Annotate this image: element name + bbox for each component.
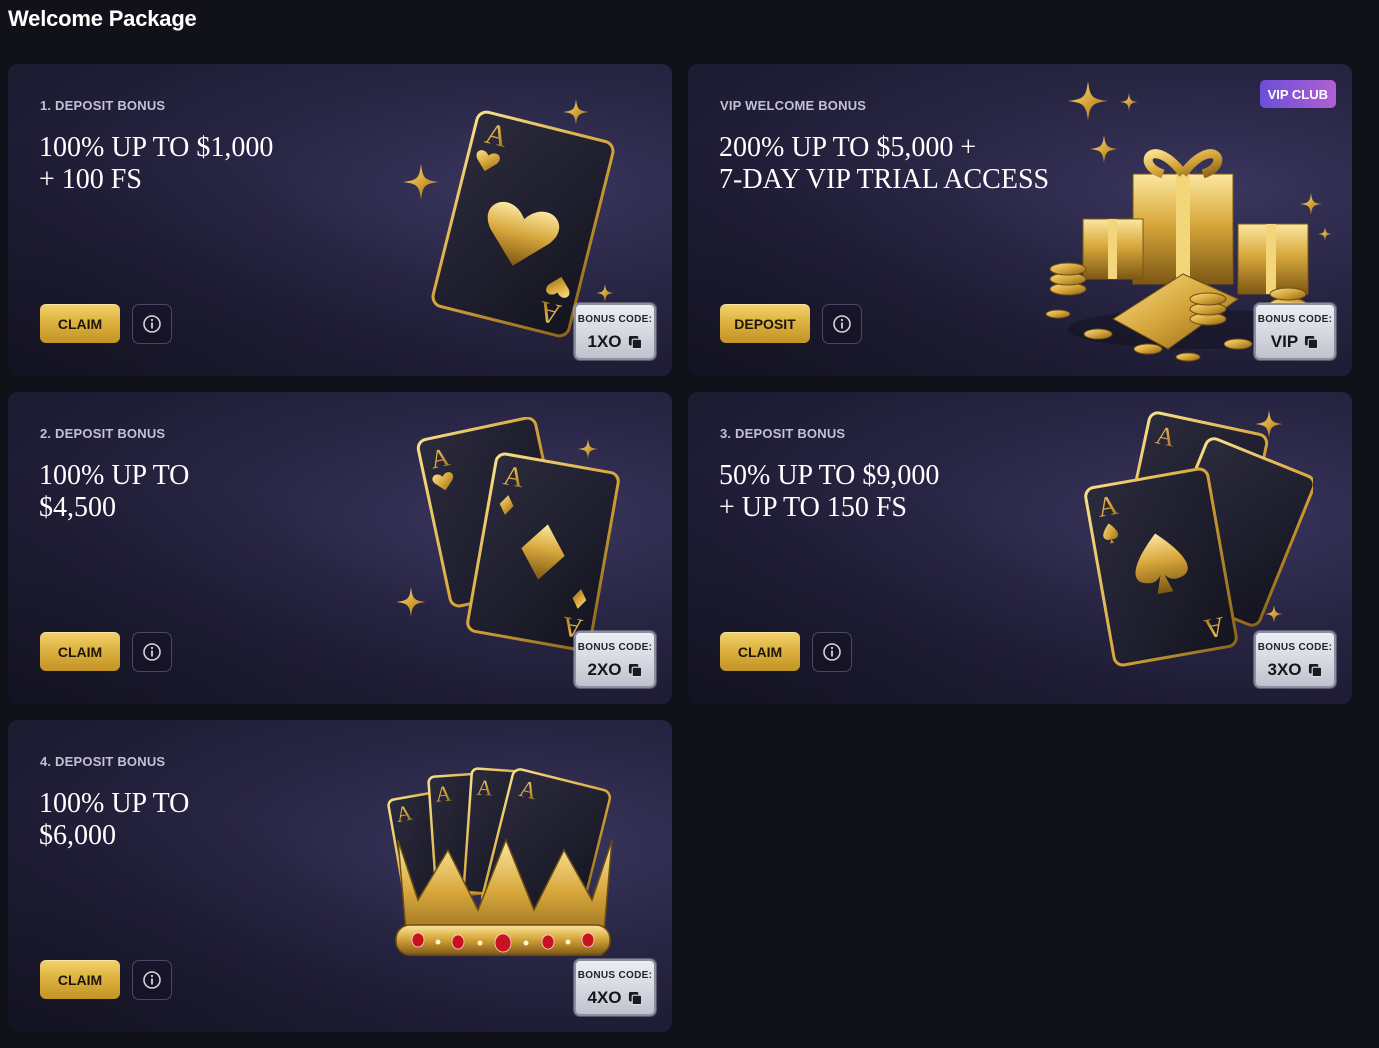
info-icon — [143, 315, 161, 333]
svg-text:A: A — [435, 781, 453, 807]
bonus-code-box[interactable]: BONUS CODE: 3XO — [1254, 631, 1336, 688]
card-kicker: 3. DEPOSIT BONUS — [720, 426, 846, 441]
card-headline-line-2: 7-DAY VIP TRIAL ACCESS — [719, 164, 1050, 195]
card-headline: 100% UP TO $6,000 — [39, 788, 189, 852]
bonus-card-deposit-4: 4. DEPOSIT BONUS 100% UP TO $6,000 A A A… — [8, 720, 672, 1032]
bonus-code-label: BONUS CODE: — [1257, 314, 1333, 325]
claim-button[interactable]: CLAIM — [40, 960, 120, 999]
card-headline-line-1: 50% UP TO $9,000 — [719, 460, 940, 491]
bonus-card-deposit-1: 1. DEPOSIT BONUS 100% UP TO $1,000 + 100… — [8, 64, 672, 376]
bonus-code-label: BONUS CODE: — [577, 314, 653, 325]
bonus-card-vip: VIP CLUB VIP WELCOME BONUS 200% UP TO $5… — [688, 64, 1352, 376]
page-title: Welcome Package — [8, 6, 197, 31]
bonus-code-label: BONUS CODE: — [577, 970, 653, 981]
info-icon — [823, 643, 841, 661]
claim-button[interactable]: CLAIM — [40, 632, 120, 671]
svg-text:A: A — [476, 775, 494, 801]
card-headline-line-1: 100% UP TO — [39, 788, 190, 819]
vip-club-badge: VIP CLUB — [1259, 80, 1336, 108]
card-headline: 100% UP TO $1,000 + 100 FS — [39, 132, 273, 196]
card-headline: 200% UP TO $5,000 + 7-DAY VIP TRIAL ACCE… — [719, 132, 1049, 196]
bonus-code-value: 4XO — [587, 988, 622, 1007]
copy-icon[interactable] — [1308, 663, 1323, 678]
card-headline-line-1: 100% UP TO $1,000 — [39, 132, 274, 163]
bonus-card-deposit-2: 2. DEPOSIT BONUS 100% UP TO $4,500 A A A… — [8, 392, 672, 704]
copy-icon[interactable] — [628, 335, 643, 350]
copy-icon[interactable] — [628, 991, 643, 1006]
bonus-code-box[interactable]: BONUS CODE: 2XO — [574, 631, 656, 688]
bonus-code-value: 1XO — [587, 332, 622, 351]
card-headline-line-2: + 100 FS — [39, 164, 142, 195]
info-button[interactable] — [132, 960, 172, 1000]
card-headline-line-2: $4,500 — [39, 492, 116, 523]
bonus-code-label: BONUS CODE: — [1257, 642, 1333, 653]
info-icon — [143, 643, 161, 661]
info-icon — [833, 315, 851, 333]
info-button[interactable] — [132, 632, 172, 672]
card-headline-line-1: 200% UP TO $5,000 + — [719, 132, 977, 163]
card-kicker: VIP WELCOME BONUS — [720, 98, 867, 113]
bonus-card-deposit-3: 3. DEPOSIT BONUS 50% UP TO $9,000 + UP T… — [688, 392, 1352, 704]
info-button[interactable] — [132, 304, 172, 344]
bonus-code-value: 2XO — [587, 660, 622, 679]
card-headline: 100% UP TO $4,500 — [39, 460, 189, 524]
claim-button[interactable]: CLAIM — [720, 632, 800, 671]
card-headline-line-1: 100% UP TO — [39, 460, 190, 491]
card-kicker: 1. DEPOSIT BONUS — [40, 98, 166, 113]
deposit-button[interactable]: DEPOSIT — [720, 304, 810, 343]
info-icon — [143, 971, 161, 989]
copy-icon[interactable] — [1304, 335, 1319, 350]
card-kicker: 4. DEPOSIT BONUS — [40, 754, 166, 769]
info-button[interactable] — [812, 632, 852, 672]
claim-button[interactable]: CLAIM — [40, 304, 120, 343]
bonus-code-value: VIP — [1270, 332, 1299, 351]
card-headline: 50% UP TO $9,000 + UP TO 150 FS — [719, 460, 939, 524]
bonus-code-label: BONUS CODE: — [577, 642, 653, 653]
bonus-code-box[interactable]: BONUS CODE: VIP — [1254, 303, 1336, 360]
copy-icon[interactable] — [628, 663, 643, 678]
card-kicker: 2. DEPOSIT BONUS — [40, 426, 166, 441]
bonus-code-box[interactable]: BONUS CODE: 4XO — [574, 959, 656, 1016]
aces-in-crown-illustration: A A A A — [387, 767, 613, 956]
card-headline-line-2: $6,000 — [39, 820, 116, 851]
card-headline-line-2: + UP TO 150 FS — [719, 492, 908, 523]
bonus-code-value: 3XO — [1267, 660, 1302, 679]
info-button[interactable] — [822, 304, 862, 344]
bonus-code-box[interactable]: BONUS CODE: 1XO — [574, 303, 656, 360]
